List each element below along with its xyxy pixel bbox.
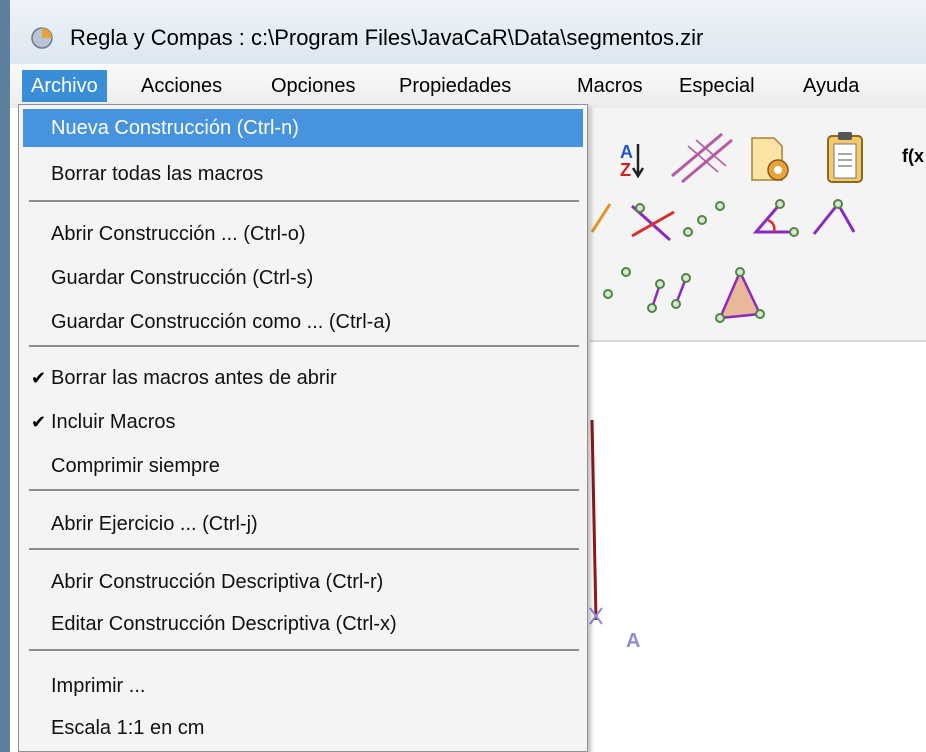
app-window: Regla y Compas : c:\Program Files\JavaCa… xyxy=(0,0,926,752)
menu-item-comprimir-siempre[interactable]: Comprimir siempre xyxy=(23,447,583,485)
sort-az-icon[interactable]: A Z xyxy=(620,142,645,180)
menu-especial[interactable]: Especial xyxy=(670,70,764,102)
segment-line[interactable] xyxy=(590,419,598,621)
point-a-label: A xyxy=(626,630,641,652)
window-left-frame xyxy=(0,0,10,752)
window-title: Regla y Compas : c:\Program Files\JavaCa… xyxy=(70,25,704,50)
segments-icon[interactable] xyxy=(647,273,691,313)
menu-item-borrar-todas-macros[interactable]: Borrar todas las macros xyxy=(23,155,583,193)
menu-item-abrir-construccion[interactable]: Abrir Construcción ... (Ctrl-o) xyxy=(23,215,583,253)
tool-icons: A Z f(x xyxy=(590,132,924,323)
polygon-points-icon[interactable] xyxy=(603,267,631,299)
menu-item-guardar-construccion[interactable]: Guardar Construcción (Ctrl-s) xyxy=(23,259,583,297)
archivo-dropdown-menu: Nueva Construcción (Ctrl-n) Borrar todas… xyxy=(18,104,588,752)
menu-item-incluir-macros[interactable]: ✔ Incluir Macros xyxy=(23,403,583,441)
menu-archivo[interactable]: Archivo xyxy=(22,70,107,102)
menu-item-label: Abrir Ejercicio ... (Ctrl-j) xyxy=(51,513,258,535)
menu-item-label: Imprimir ... xyxy=(51,675,146,697)
menu-bar: Archivo Acciones Opciones Propiedades Ma… xyxy=(10,64,926,109)
menu-macros[interactable]: Macros xyxy=(568,70,652,102)
menu-ayuda[interactable]: Ayuda xyxy=(794,70,868,102)
app-icon xyxy=(31,27,53,49)
menu-item-label: Comprimir siempre xyxy=(51,455,220,477)
menu-propiedades[interactable]: Propiedades xyxy=(390,70,520,102)
checkmark-icon: ✔ xyxy=(31,368,47,388)
title-bar[interactable]: Regla y Compas : c:\Program Files\JavaCa… xyxy=(10,0,926,65)
angle-icon[interactable] xyxy=(752,199,799,237)
perpendicular-icon[interactable] xyxy=(590,203,612,233)
menu-item-abrir-ejercicio[interactable]: Abrir Ejercicio ... (Ctrl-j) xyxy=(23,505,583,543)
menu-item-editar-descriptiva[interactable]: Editar Construcción Descriptiva (Ctrl-x) xyxy=(23,605,583,643)
menu-item-imprimir[interactable]: Imprimir ... xyxy=(23,667,583,705)
function-icon-label[interactable]: f(x xyxy=(902,146,924,166)
menu-item-label: Borrar las macros antes de abrir xyxy=(51,367,337,389)
svg-text:A: A xyxy=(620,142,633,162)
menu-item-guardar-como[interactable]: Guardar Construcción como ... (Ctrl-a) xyxy=(23,303,583,341)
parallel-lines-icon[interactable] xyxy=(671,132,733,184)
menu-separator xyxy=(29,548,579,550)
points-icon[interactable] xyxy=(683,201,725,237)
macro-settings-icon[interactable] xyxy=(751,137,789,181)
menu-item-borrar-macros-antes[interactable]: ✔ Borrar las macros antes de abrir xyxy=(23,359,583,397)
menu-separator xyxy=(29,200,579,202)
tool-palette: A Z f(x xyxy=(590,108,926,340)
menu-item-label: Incluir Macros xyxy=(51,411,176,433)
menu-item-abrir-descriptiva[interactable]: Abrir Construcción Descriptiva (Ctrl-r) xyxy=(23,563,583,601)
menu-acciones[interactable]: Acciones xyxy=(132,70,231,102)
menu-item-label: Guardar Construcción (Ctrl-s) xyxy=(51,267,314,289)
menu-item-label: Abrir Construcción ... (Ctrl-o) xyxy=(51,223,306,245)
menu-item-label: Nueva Construcción (Ctrl-n) xyxy=(51,117,299,139)
menu-item-label: Borrar todas las macros xyxy=(51,163,264,185)
checkmark-icon: ✔ xyxy=(31,412,47,432)
menu-item-escala[interactable]: Escala 1:1 en cm xyxy=(23,709,583,747)
segment-drawing[interactable] xyxy=(588,400,618,640)
menu-separator xyxy=(29,649,579,651)
menu-item-label: Editar Construcción Descriptiva (Ctrl-x) xyxy=(51,613,397,635)
menu-item-label: Escala 1:1 en cm xyxy=(51,717,205,739)
intersection-icon[interactable] xyxy=(630,203,675,242)
menu-item-label: Abrir Construcción Descriptiva (Ctrl-r) xyxy=(51,571,384,593)
clipboard-icon[interactable] xyxy=(827,132,863,183)
menu-separator xyxy=(29,489,579,491)
svg-text:Z: Z xyxy=(620,160,631,180)
toolbar-divider xyxy=(590,340,926,342)
menu-item-label: Guardar Construcción como ... (Ctrl-a) xyxy=(51,311,392,333)
menu-item-nueva-construccion[interactable]: Nueva Construcción (Ctrl-n) xyxy=(23,109,583,147)
menu-separator xyxy=(29,345,579,347)
triangle-icon[interactable] xyxy=(715,267,765,323)
menu-opciones[interactable]: Opciones xyxy=(262,70,365,102)
angle-mark-icon[interactable] xyxy=(812,199,856,235)
